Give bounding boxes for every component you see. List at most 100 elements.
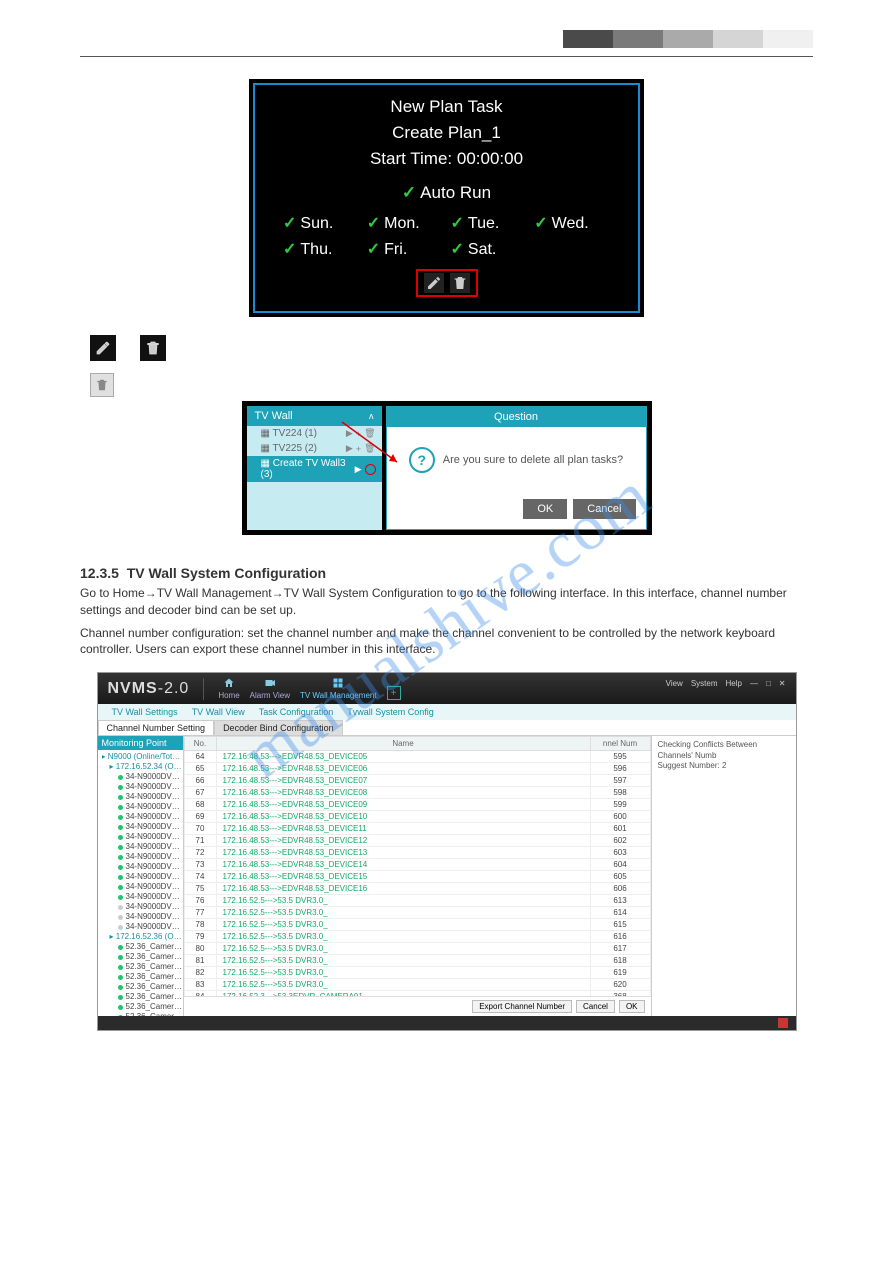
ok-button[interactable]: OK: [523, 499, 567, 519]
tree-item[interactable]: 34-N9000DVR_...: [102, 852, 183, 862]
minimize-icon[interactable]: —: [750, 679, 758, 688]
table-row[interactable]: 82172.16.52.5--->53.5 DVR3.0_619: [184, 967, 650, 979]
menu-alarm-view[interactable]: Alarm View: [250, 677, 290, 700]
tvwall-title: TV Wall: [255, 410, 293, 422]
tree-item[interactable]: 52.36_Camera1: [102, 942, 183, 952]
tree-item[interactable]: 34-N9000DVR_...: [102, 892, 183, 902]
table-row[interactable]: 64172.16.48.53--->EDVR48.53_DEVICE05595: [184, 751, 650, 763]
table-row[interactable]: 67172.16.48.53--->EDVR48.53_DEVICE08598: [184, 787, 650, 799]
channel-table-panel: No. Name nnel Num 64172.16.48.53--->EDVR…: [184, 736, 651, 1016]
table-row[interactable]: 70172.16.48.53--->EDVR48.53_DEVICE11601: [184, 823, 650, 835]
tree-item[interactable]: 34-N9000DVR_1...: [102, 912, 183, 922]
tree-item[interactable]: 34-N9000DVR_...: [102, 842, 183, 852]
col-no[interactable]: No.: [184, 737, 216, 751]
plan-start-time: Start Time: 00:00:00: [279, 149, 614, 169]
trash-icon: [90, 373, 114, 397]
annotation-arrow: [337, 417, 407, 472]
nvms-logo: NVMS-2.0: [108, 680, 190, 698]
table-row[interactable]: 78172.16.52.5--->53.5 DVR3.0_615: [184, 919, 650, 931]
status-indicator: [778, 1018, 788, 1028]
export-channel-button[interactable]: Export Channel Number: [472, 1000, 572, 1013]
plan-day-sun: ✓Sun.: [283, 213, 359, 233]
tree-item[interactable]: 34-N9000DVR_...: [102, 832, 183, 842]
plan-days-grid: ✓Sun. ✓Mon. ✓Tue. ✓Wed. ✓Thu. ✓Fri. ✓Sat…: [283, 213, 610, 259]
table-row[interactable]: 76172.16.52.5--->53.5 DVR3.0_613: [184, 895, 650, 907]
tree-item[interactable]: 34-N9000DVR_...: [102, 812, 183, 822]
tree-item[interactable]: 52.36_Camera4: [102, 972, 183, 982]
table-row[interactable]: 75172.16.48.53--->EDVR48.53_DEVICE16606: [184, 883, 650, 895]
table-row[interactable]: 80172.16.52.5--->53.5 DVR3.0_617: [184, 943, 650, 955]
tree-item[interactable]: 34-N9000DVR_...: [102, 882, 183, 892]
conflict-heading: Checking Conflicts Between Channels' Num…: [658, 740, 790, 761]
dialog-header: Question: [387, 407, 646, 427]
tree-item[interactable]: 34-N9000DVR_...: [102, 802, 183, 812]
conflict-panel: Checking Conflicts Between Channels' Num…: [651, 736, 796, 1016]
table-button-row: Export Channel Number Cancel OK: [184, 996, 651, 1016]
nvms-subsubtabs: Channel Number Setting Decoder Bind Conf…: [98, 720, 796, 736]
menu-home[interactable]: Home: [218, 677, 239, 700]
maximize-icon[interactable]: □: [766, 679, 771, 688]
tab-task-config[interactable]: Task Configuration: [259, 707, 334, 717]
tree-item[interactable]: 34-N9000DVR_...: [102, 782, 183, 792]
add-tab-button[interactable]: +: [387, 686, 401, 700]
tree-item[interactable]: 34-N9000DVR_5...: [102, 902, 183, 912]
tree-item[interactable]: 34-N9000DVR_...: [102, 822, 183, 832]
tree-item[interactable]: 52.36_Camera7: [102, 1002, 183, 1012]
tab-tvwall-view[interactable]: TV Wall View: [192, 707, 245, 717]
tree-item[interactable]: 52.36_Camera5: [102, 982, 183, 992]
monitoring-point-tree[interactable]: ▸ N9000 (Online/Total ...)▸ 172.16.52.34…: [98, 750, 183, 1016]
table-row[interactable]: 65172.16.48.53--->EDVR48.53_DEVICE06596: [184, 763, 650, 775]
tree-item[interactable]: 52.36_Camera8: [102, 1012, 183, 1016]
tree-item[interactable]: 34-N9000DVR_2...: [102, 922, 183, 932]
menu-tvwall-mgmt[interactable]: TV Wall Management: [300, 677, 377, 700]
trash-icon[interactable]: [450, 273, 470, 293]
tree-item[interactable]: ▸ N9000 (Online/Total ...): [102, 752, 183, 762]
dialog-message: Are you sure to delete all plan tasks?: [443, 454, 623, 466]
nvms-top-menu: Home Alarm View TV Wall Management +: [218, 677, 400, 700]
tree-item[interactable]: 34-N9000DVR_...: [102, 792, 183, 802]
cancel-button[interactable]: Cancel: [576, 1000, 615, 1013]
tree-item[interactable]: 52.36_Camera3: [102, 962, 183, 972]
tree-item[interactable]: 34-N9000DVR_...: [102, 772, 183, 782]
table-row[interactable]: 69172.16.48.53--->EDVR48.53_DEVICE10600: [184, 811, 650, 823]
inline-icons-row-1: [90, 335, 813, 361]
edit-icon[interactable]: [424, 273, 444, 293]
ok-button[interactable]: OK: [619, 1000, 645, 1013]
col-num[interactable]: nnel Num: [590, 737, 650, 751]
table-row[interactable]: 66172.16.48.53--->EDVR48.53_DEVICE07597: [184, 775, 650, 787]
question-icon: ?: [409, 447, 435, 473]
table-row[interactable]: 72172.16.48.53--->EDVR48.53_DEVICE13603: [184, 847, 650, 859]
menu-view[interactable]: View: [666, 679, 683, 688]
plan-day-thu: ✓Thu.: [283, 239, 359, 259]
nvms-subtabs: TV Wall Settings TV Wall View Task Confi…: [98, 704, 796, 720]
tree-item[interactable]: 52.36_Camera2: [102, 952, 183, 962]
tree-item[interactable]: 34-N9000DVR_...: [102, 872, 183, 882]
menu-system[interactable]: System: [691, 679, 718, 688]
tab-decoder-bind[interactable]: Decoder Bind Configuration: [214, 720, 343, 735]
tree-item[interactable]: ▸ 172.16.52.34 (Onli...: [102, 762, 183, 772]
monitoring-point-header: Monitoring Point: [98, 736, 183, 750]
table-row[interactable]: 71172.16.48.53--->EDVR48.53_DEVICE12602: [184, 835, 650, 847]
table-row[interactable]: 73172.16.48.53--->EDVR48.53_DEVICE14604: [184, 859, 650, 871]
table-row[interactable]: 77172.16.52.5--->53.5 DVR3.0_614: [184, 907, 650, 919]
plan-day-sat: ✓Sat.: [451, 239, 527, 259]
table-row[interactable]: 74172.16.48.53--->EDVR48.53_DEVICE15605: [184, 871, 650, 883]
section-heading: 12.3.5 TV Wall System Configuration: [80, 565, 813, 581]
tree-item[interactable]: 52.36_Camera6: [102, 992, 183, 1002]
tab-tvwall-sysconfig[interactable]: Tvwall System Config: [347, 707, 434, 717]
table-row[interactable]: 79172.16.52.5--->53.5 DVR3.0_616: [184, 931, 650, 943]
cancel-button[interactable]: Cancel: [573, 499, 635, 519]
tree-item[interactable]: 34-N9000DVR_...: [102, 862, 183, 872]
question-dialog: Question ? Are you sure to delete all pl…: [386, 406, 647, 530]
table-row[interactable]: 83172.16.52.5--->53.5 DVR3.0_620: [184, 979, 650, 991]
close-icon[interactable]: ✕: [779, 679, 786, 688]
col-name[interactable]: Name: [216, 737, 590, 751]
tree-item[interactable]: ▸ 172.16.52.36 (Onli...: [102, 932, 183, 942]
table-row[interactable]: 81172.16.52.5--->53.5 DVR3.0_618: [184, 955, 650, 967]
table-row[interactable]: 68172.16.48.53--->EDVR48.53_DEVICE09599: [184, 799, 650, 811]
channel-table: No. Name nnel Num 64172.16.48.53--->EDVR…: [184, 736, 651, 996]
monitoring-point-panel: Monitoring Point ▸ N9000 (Online/Total .…: [98, 736, 184, 1016]
menu-help[interactable]: Help: [726, 679, 742, 688]
tab-tvwall-settings[interactable]: TV Wall Settings: [112, 707, 178, 717]
tab-channel-number[interactable]: Channel Number Setting: [98, 720, 215, 735]
